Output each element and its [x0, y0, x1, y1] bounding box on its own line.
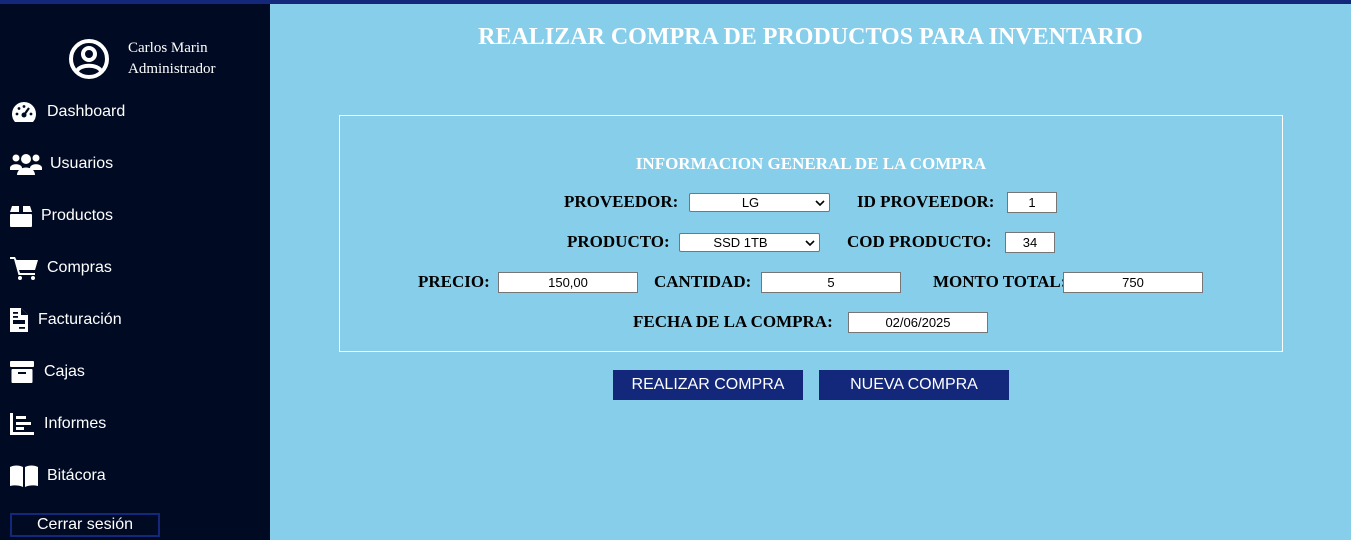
monto-total-input[interactable] — [1063, 272, 1203, 293]
page-title: REALIZAR COMPRA DE PRODUCTOS PARA INVENT… — [478, 24, 1143, 50]
producto-selected-value: SSD 1TB — [713, 235, 768, 250]
fecha-input[interactable] — [848, 312, 988, 333]
sidebar-item-compras[interactable]: Compras — [0, 246, 270, 290]
proveedor-label: PROVEEDOR: — [564, 192, 679, 211]
chevron-down-icon — [805, 240, 815, 247]
proveedor-selected-value: LG — [741, 195, 760, 210]
gauge-icon — [11, 102, 37, 122]
sidebar-item-dashboard[interactable]: Dashboard — [0, 90, 270, 134]
user-name: Carlos Marin — [128, 40, 208, 56]
cod-producto-input[interactable] — [1005, 232, 1055, 253]
nueva-compra-button[interactable]: NUEVA COMPRA — [819, 370, 1009, 400]
monto-total-label: MONTO TOTAL: — [933, 272, 1067, 291]
section-title: INFORMACION GENERAL DE LA COMPRA — [635, 154, 987, 173]
realizar-compra-button[interactable]: REALIZAR COMPRA — [613, 370, 803, 400]
purchase-form-panel: INFORMACION GENERAL DE LA COMPRA PROVEED… — [339, 115, 1283, 352]
user-role: Administrador — [128, 61, 216, 77]
sidebar-item-label: Compras — [47, 259, 112, 276]
id-proveedor-label: ID PROVEEDOR: — [857, 192, 995, 211]
id-proveedor-input[interactable] — [1007, 192, 1057, 213]
sidebar-item-label: Usuarios — [50, 155, 114, 172]
cantidad-input[interactable] — [761, 272, 901, 293]
invoice-icon — [10, 308, 28, 332]
chevron-down-icon — [815, 200, 825, 207]
sidebar-item-label: Productos — [41, 207, 114, 224]
sidebar-item-informes[interactable]: Informes — [0, 402, 270, 446]
sidebar-item-facturacion[interactable]: Facturación — [0, 298, 270, 342]
sidebar-item-cajas[interactable]: Cajas — [0, 350, 270, 394]
precio-label: PRECIO: — [418, 272, 490, 291]
cart-icon — [10, 257, 38, 280]
book-icon — [10, 465, 38, 487]
user-profile: Carlos Marin Administrador — [68, 38, 268, 88]
logout-button[interactable]: Cerrar sesión — [10, 513, 160, 537]
sidebar-item-usuarios[interactable]: Usuarios — [0, 142, 270, 186]
fecha-label: FECHA DE LA COMPRA: — [633, 312, 833, 331]
sidebar-item-productos[interactable]: Productos — [0, 194, 270, 238]
sidebar-item-label: Informes — [44, 415, 107, 432]
sidebar-item-label: Cajas — [44, 363, 85, 380]
sidebar-item-bitacora[interactable]: Bitácora — [0, 454, 270, 498]
sidebar: Carlos Marin Administrador Dashboard Usu… — [0, 4, 270, 540]
users-icon — [10, 154, 42, 175]
producto-label: PRODUCTO: — [567, 232, 670, 251]
sidebar-item-label: Dashboard — [47, 103, 126, 120]
user-circle-icon — [69, 39, 109, 79]
chart-icon — [10, 413, 34, 435]
sidebar-item-label: Bitácora — [47, 467, 106, 484]
cantidad-label: CANTIDAD: — [654, 272, 752, 291]
proveedor-select[interactable]: LG — [689, 193, 830, 212]
producto-select[interactable]: SSD 1TB — [679, 233, 820, 252]
box-icon — [10, 206, 32, 227]
sidebar-item-label: Facturación — [38, 311, 122, 328]
cod-producto-label: COD PRODUCTO: — [847, 232, 992, 251]
archive-icon — [10, 361, 34, 383]
precio-input[interactable] — [498, 272, 638, 293]
